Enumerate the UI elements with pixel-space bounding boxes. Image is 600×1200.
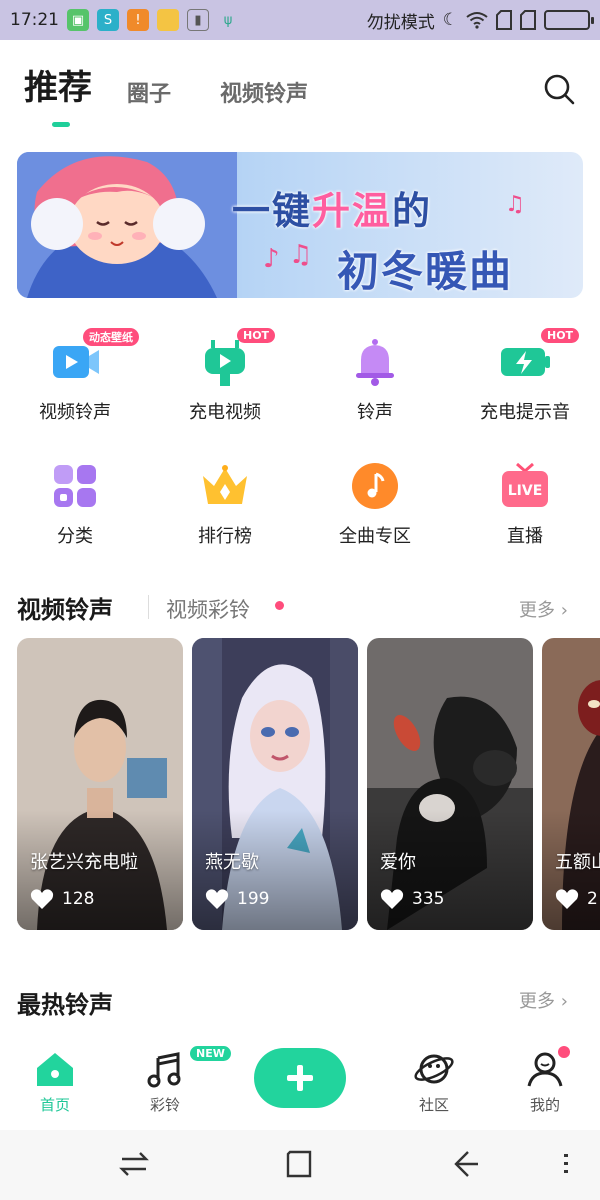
feature-label: 分类 <box>57 526 93 547</box>
app-blue-icon: S <box>97 9 119 31</box>
switch-icon[interactable] <box>116 1146 152 1182</box>
svg-text:LIVE: LIVE <box>508 483 543 499</box>
section-divider <box>148 595 149 619</box>
tab-video-ringtone[interactable]: 视频铃声 <box>220 76 308 108</box>
section-title-hot-ringtone: 最热铃声 <box>17 991 113 1019</box>
music-note-decoration: ♪ <box>263 244 280 274</box>
menu-icon[interactable] <box>554 1146 578 1182</box>
nav-profile[interactable]: 我的 <box>505 1050 585 1115</box>
tab-recommend[interactable]: 推荐 <box>24 60 92 109</box>
app-green-icon: ▣ <box>67 9 89 31</box>
tab-video-color-ring[interactable]: 视频彩铃 <box>166 594 250 624</box>
nav-community[interactable]: 社区 <box>394 1050 474 1115</box>
section-title-video-ringtone: 视频铃声 <box>17 596 113 624</box>
feature-label: 充电提示音 <box>480 402 570 423</box>
tab-circle[interactable]: 圈子 <box>127 76 171 108</box>
banner-headline-2: 初冬暖曲 <box>337 247 514 296</box>
card-title: 爱你 <box>380 852 416 873</box>
feature-ranking[interactable]: 排行榜 <box>150 460 300 548</box>
feature-live[interactable]: LIVE 直播 <box>450 460 600 548</box>
music-note-icon <box>147 1052 181 1088</box>
feature-label: 充电视频 <box>189 402 261 423</box>
back-icon[interactable] <box>448 1146 484 1182</box>
heart-icon <box>555 889 579 909</box>
nav-label: 首页 <box>39 1096 70 1114</box>
notification-dot <box>558 1046 570 1058</box>
bottom-nav: 首页 彩铃 NEW 社区 我的 <box>0 1040 600 1130</box>
warning-icon: ! <box>127 9 149 31</box>
search-icon[interactable] <box>542 72 576 106</box>
card-title: 燕无歇 <box>205 852 259 873</box>
banner-headline-1: 一键升温的 <box>232 189 433 233</box>
dnd-mode-label: 勿扰模式 <box>366 12 435 33</box>
category-icon <box>54 465 96 507</box>
usb-icon: ψ <box>223 12 233 28</box>
nav-label: 我的 <box>529 1096 560 1114</box>
create-button[interactable] <box>254 1048 346 1108</box>
feature-label: 直播 <box>507 526 543 547</box>
wifi-icon <box>466 12 488 29</box>
card-likes: 199 <box>205 888 269 910</box>
battery-icon <box>544 10 594 30</box>
bell-icon <box>356 339 394 386</box>
feature-full-song[interactable]: 全曲专区 <box>300 460 450 548</box>
feature-ringtone[interactable]: 铃声 <box>300 336 450 424</box>
card-title: 五额山 <box>555 852 600 873</box>
cleaner-icon: ▮ <box>187 9 209 31</box>
planet-icon <box>414 1054 454 1084</box>
video-card[interactable]: 燕无歇 199 <box>192 638 358 930</box>
charge-video-icon <box>205 340 245 386</box>
badge-live-wallpaper: 动态壁纸 <box>83 328 139 346</box>
sim2-icon <box>520 10 536 30</box>
home-square-icon[interactable] <box>282 1146 318 1182</box>
card-title: 张艺兴充电啦 <box>30 852 138 873</box>
video-card[interactable]: 五额山 2 <box>542 638 600 930</box>
moon-icon: ☾ <box>442 10 458 30</box>
feature-category[interactable]: 分类 <box>0 460 150 548</box>
folder-icon <box>157 9 179 31</box>
feature-charge-sound[interactable]: HOT 充电提示音 <box>450 328 600 424</box>
live-tv-icon: LIVE <box>502 462 548 507</box>
badge-new: NEW <box>190 1046 231 1061</box>
heart-icon <box>205 889 229 909</box>
crown-icon <box>203 465 247 504</box>
feature-video-ringtone[interactable]: 动态壁纸 视频铃声 <box>0 328 150 424</box>
video-card[interactable]: 爱你 335 <box>367 638 533 930</box>
battery-bolt-icon <box>501 348 550 376</box>
banner-girl-illustration <box>17 152 237 298</box>
promo-banner[interactable]: 一键升温的 初冬暖曲 ♪ ♫ ♫ <box>17 152 583 298</box>
card-likes: 335 <box>380 888 444 910</box>
feature-label: 全曲专区 <box>339 526 411 547</box>
video-card-list: 张艺兴充电啦 128 燕无歇 199 爱你 335 五额 2 <box>17 638 600 930</box>
plus-icon <box>287 1065 313 1091</box>
top-tabs: 推荐 圈子 视频铃声 <box>0 40 600 140</box>
music-disc-icon <box>352 463 398 509</box>
card-likes: 128 <box>30 888 94 910</box>
active-tab-indicator <box>52 122 70 127</box>
nav-label: 彩铃 <box>149 1096 180 1114</box>
video-card[interactable]: 张艺兴充电啦 128 <box>17 638 183 930</box>
music-note-decoration: ♫ <box>505 192 525 217</box>
badge-hot: HOT <box>237 328 276 343</box>
badge-hot: HOT <box>541 328 580 343</box>
new-dot <box>275 601 284 610</box>
feature-label: 排行榜 <box>198 526 252 547</box>
home-icon <box>37 1053 73 1086</box>
music-note-decoration: ♫ <box>289 240 313 270</box>
feature-label: 视频铃声 <box>39 402 111 423</box>
sim1-icon <box>496 10 512 30</box>
heart-icon <box>380 889 404 909</box>
status-bar: 17:21 ▣ S ! ▮ ψ 勿扰模式 ☾ <box>0 0 600 40</box>
feature-label: 铃声 <box>357 402 393 423</box>
feature-charge-video[interactable]: HOT 充电视频 <box>150 328 300 424</box>
nav-home[interactable]: 首页 <box>15 1050 95 1115</box>
heart-icon <box>30 889 54 909</box>
more-link-hot[interactable]: 更多 › <box>519 987 568 1013</box>
status-time: 17:21 <box>10 10 59 30</box>
more-link-video[interactable]: 更多 › <box>519 596 568 622</box>
system-nav-bar <box>0 1130 600 1200</box>
card-likes: 2 <box>555 888 598 910</box>
nav-label: 社区 <box>418 1096 449 1114</box>
